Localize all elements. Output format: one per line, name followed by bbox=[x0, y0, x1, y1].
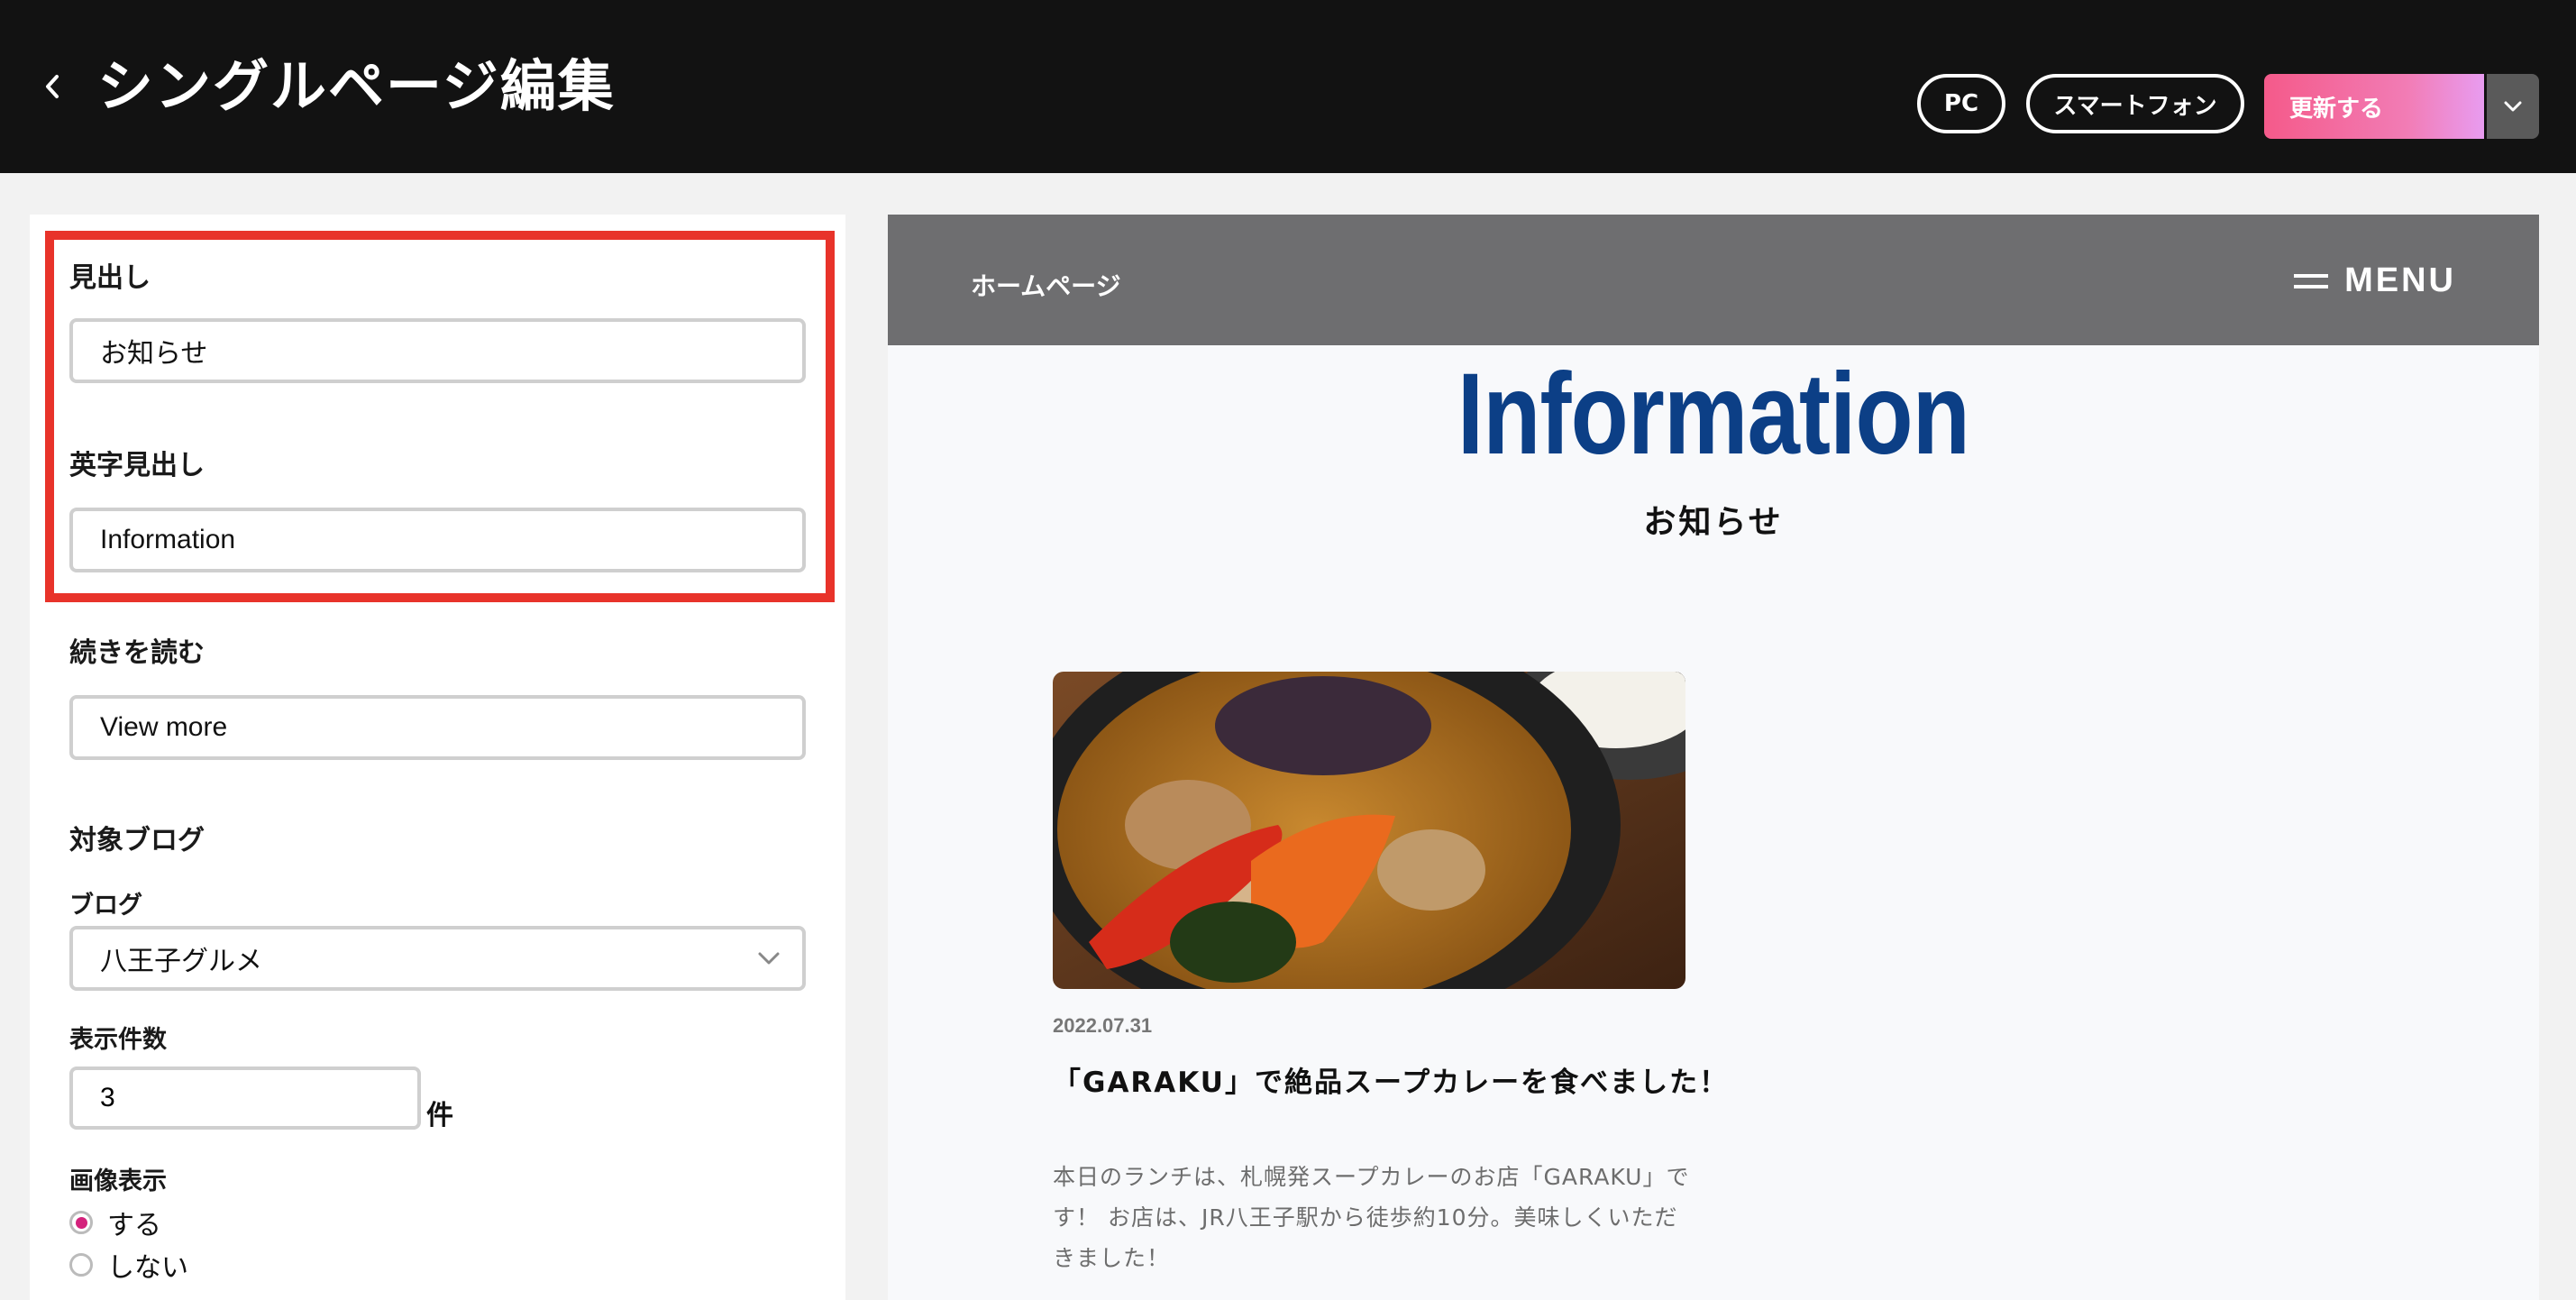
preview-home-link[interactable]: ホームページ bbox=[971, 267, 1121, 303]
post-excerpt: 本日のランチは、札幌発スープカレーのお店「GARAKU」です！ お店は、JR八王… bbox=[1053, 1164, 1690, 1271]
radio-selected-icon bbox=[69, 1211, 93, 1234]
menu-label: MENU bbox=[2344, 261, 2456, 299]
post-date: 2022.07.31 bbox=[1053, 1014, 1153, 1037]
view-pc-button[interactable]: PC bbox=[1917, 74, 2005, 133]
preview-title-en: Information bbox=[1457, 350, 1970, 479]
post-thumbnail[interactable] bbox=[1053, 672, 1685, 989]
back-button[interactable] bbox=[34, 69, 70, 105]
radio-label: しない bbox=[107, 1252, 188, 1284]
view-smartphone-button[interactable]: スマートフォン bbox=[2026, 74, 2244, 133]
blog-label: ブログ bbox=[69, 892, 142, 920]
image-display-off-radio[interactable]: しない bbox=[69, 1245, 188, 1285]
update-options-button[interactable] bbox=[2487, 74, 2539, 139]
heading-input[interactable] bbox=[69, 318, 806, 383]
count-unit: 件 bbox=[426, 1100, 453, 1131]
top-bar: シングルページ編集 PC スマートフォン 更新する bbox=[0, 0, 2576, 173]
blog-select-value: 八王子グルメ bbox=[100, 946, 262, 977]
blog-select[interactable]: 八王子グルメ bbox=[69, 926, 806, 991]
preview-title-ja: お知らせ bbox=[1643, 504, 1784, 541]
english-heading-label: 英字見出し bbox=[69, 450, 205, 481]
soup-curry-image bbox=[1053, 672, 1685, 989]
count-input[interactable] bbox=[69, 1067, 421, 1130]
chevron-left-icon bbox=[46, 75, 59, 98]
preview-menu-button[interactable]: MENU bbox=[2294, 261, 2456, 300]
read-more-label: 続きを読む bbox=[69, 637, 205, 669]
chevron-down-icon bbox=[758, 952, 780, 965]
radio-unselected-icon bbox=[69, 1253, 93, 1277]
update-button[interactable]: 更新する bbox=[2264, 74, 2484, 139]
page-preview: ホームページ MENU Information お知らせ 2022.07.31 … bbox=[888, 215, 2539, 1300]
preview-header: ホームページ MENU bbox=[888, 215, 2539, 345]
english-heading-input[interactable] bbox=[69, 508, 806, 572]
target-blog-label: 対象ブログ bbox=[69, 825, 205, 856]
page-title: シングルページ編集 bbox=[97, 53, 616, 119]
post-title[interactable]: 「GARAKU」で絶品スープカレーを食べました！ bbox=[1053, 1059, 1729, 1100]
count-label: 表示件数 bbox=[69, 1026, 167, 1054]
radio-label: する bbox=[107, 1210, 161, 1241]
heading-label: 見出し bbox=[69, 262, 151, 294]
image-display-on-radio[interactable]: する bbox=[69, 1203, 161, 1242]
chevron-down-icon bbox=[2504, 101, 2522, 112]
hamburger-icon bbox=[2294, 273, 2329, 288]
image-display-label: 画像表示 bbox=[69, 1167, 167, 1195]
read-more-input[interactable] bbox=[69, 695, 806, 760]
